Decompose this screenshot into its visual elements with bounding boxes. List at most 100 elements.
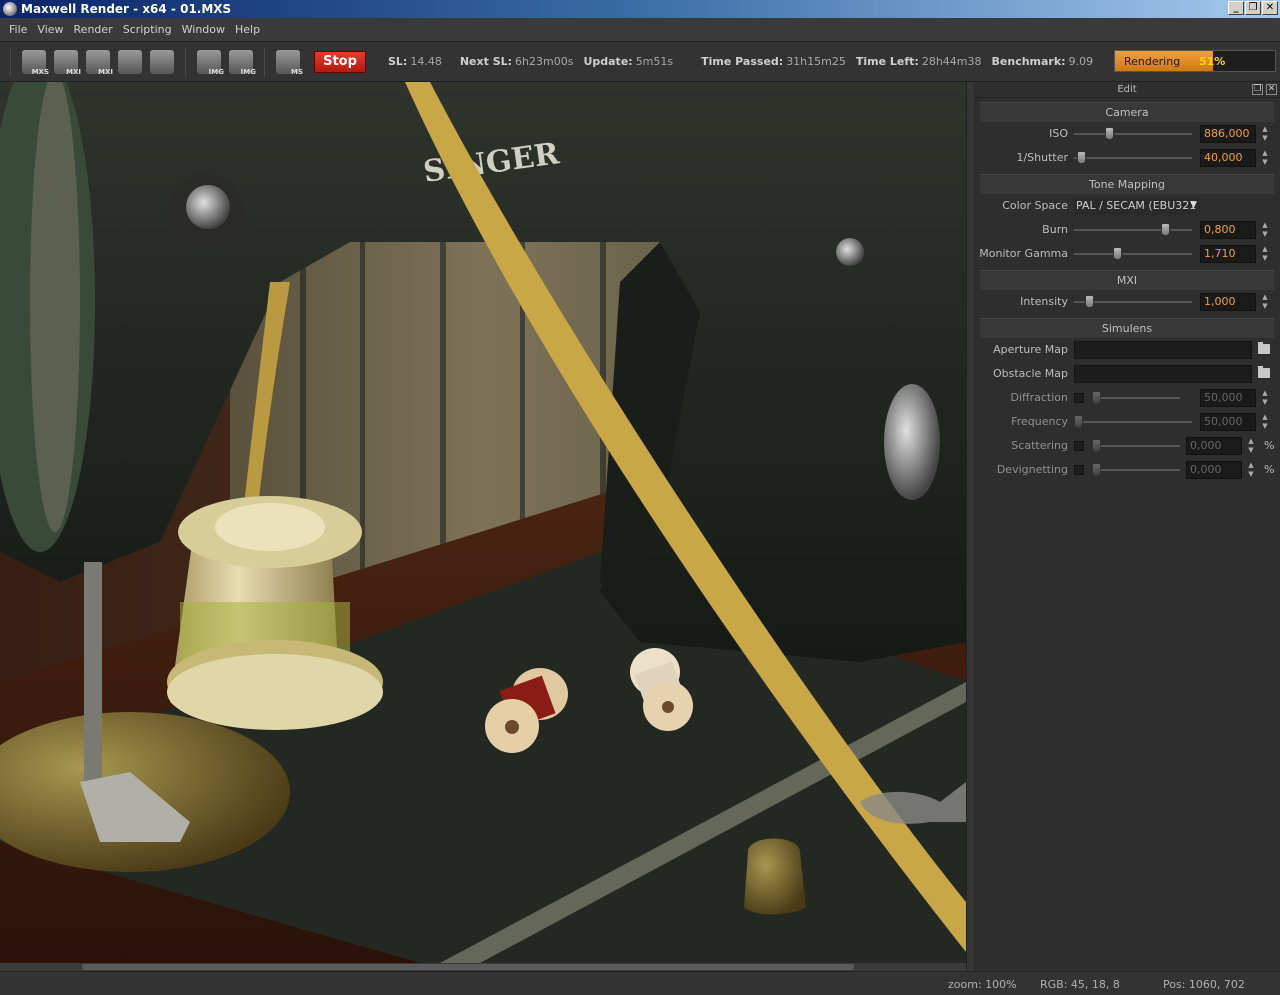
status-zoom: zoom: 100% bbox=[948, 978, 1017, 991]
scattering-slider[interactable] bbox=[1092, 439, 1180, 452]
burn-slider[interactable] bbox=[1074, 223, 1192, 236]
folder-icon[interactable] bbox=[1258, 342, 1270, 354]
icon-tag: IMG bbox=[208, 67, 224, 76]
monitor-gamma-label: Monitor Gamma bbox=[979, 247, 1068, 260]
monitor-gamma-input[interactable]: 1,710 bbox=[1200, 245, 1256, 263]
open-ms-icon[interactable]: MS bbox=[276, 49, 303, 76]
scattering-checkbox[interactable] bbox=[1074, 441, 1084, 451]
stat-benchmark: Benchmark: 9.09 bbox=[992, 55, 1094, 68]
section-camera[interactable]: Camera bbox=[980, 102, 1274, 122]
minimize-button[interactable]: _ bbox=[1228, 1, 1244, 15]
open-mxi-icon[interactable]: MXI bbox=[54, 49, 81, 76]
color-space-select[interactable]: PAL / SECAM (EBU321 ▼ bbox=[1074, 197, 1200, 215]
devignetting-row: Devignetting 0,000 ▲ ▼ % bbox=[974, 458, 1280, 482]
burn-spinner-icon[interactable]: ▲ ▼ bbox=[1260, 221, 1270, 239]
render-progress-bar: Rendering 51% bbox=[1114, 50, 1276, 72]
stat-time-passed: Time Passed: 31h15m25 bbox=[701, 55, 846, 68]
toolbar-separator bbox=[264, 47, 265, 76]
diffraction-slider[interactable] bbox=[1092, 391, 1180, 404]
scattering-label: Scattering bbox=[1011, 439, 1068, 452]
slider-knob[interactable] bbox=[1092, 463, 1101, 476]
section-mxi[interactable]: MXI bbox=[980, 270, 1274, 290]
intensity-slider[interactable] bbox=[1074, 295, 1192, 308]
icon-tag: MXS bbox=[31, 67, 49, 76]
iso-slider[interactable] bbox=[1074, 127, 1192, 140]
devignetting-spinner-icon[interactable]: ▲ ▼ bbox=[1246, 461, 1256, 479]
stat-next-sl: Next SL: 6h23m00s bbox=[460, 55, 574, 68]
open-mxs-icon[interactable]: MXS bbox=[22, 49, 49, 76]
panel-float-icon[interactable]: ❐ bbox=[1252, 84, 1263, 95]
menu-render[interactable]: Render bbox=[69, 23, 118, 36]
open-img-icon[interactable]: IMG bbox=[197, 49, 224, 76]
edit-panel-header: Edit ❐ ✕ bbox=[974, 82, 1280, 98]
stat-label: Update: bbox=[583, 55, 633, 68]
diffraction-input[interactable]: 50,000 bbox=[1200, 389, 1256, 407]
menu-view[interactable]: View bbox=[32, 23, 68, 36]
save-mxi-icon[interactable]: MXI bbox=[86, 49, 113, 76]
viewport-horizontal-scrollbar[interactable] bbox=[0, 963, 966, 971]
devignetting-slider[interactable] bbox=[1092, 463, 1180, 476]
scattering-spinner-icon[interactable]: ▲ ▼ bbox=[1246, 437, 1256, 455]
film-icon[interactable] bbox=[118, 49, 142, 74]
iso-input[interactable]: 886,000 bbox=[1200, 125, 1256, 143]
scrollbar-thumb[interactable] bbox=[82, 964, 854, 970]
devignetting-checkbox[interactable] bbox=[1074, 465, 1084, 475]
undo-icon[interactable] bbox=[150, 49, 174, 74]
toolbar: MXS MXI MXI IMG IMG MS Stop SL: 14.48 Nex… bbox=[0, 42, 1280, 82]
panel-close-icon[interactable]: ✕ bbox=[1266, 84, 1277, 95]
burn-input[interactable]: 0,800 bbox=[1200, 221, 1256, 239]
frequency-spinner-icon[interactable]: ▲ ▼ bbox=[1260, 413, 1270, 431]
menu-help[interactable]: Help bbox=[230, 23, 265, 36]
slider-knob[interactable] bbox=[1092, 439, 1101, 452]
section-tone-mapping[interactable]: Tone Mapping bbox=[980, 174, 1274, 194]
slider-knob[interactable] bbox=[1074, 415, 1083, 428]
slider-knob[interactable] bbox=[1092, 391, 1101, 404]
stat-value: 9.09 bbox=[1068, 55, 1094, 68]
folder-icon[interactable] bbox=[1258, 366, 1270, 378]
devignetting-input[interactable]: 0,000 bbox=[1186, 461, 1242, 479]
status-rgb: RGB: 45, 18, 8 bbox=[1040, 978, 1120, 991]
iso-spinner-icon[interactable]: ▲ ▼ bbox=[1260, 125, 1270, 143]
frequency-input[interactable]: 50,000 bbox=[1200, 413, 1256, 431]
save-img-icon[interactable]: IMG bbox=[229, 49, 256, 76]
menu-scripting[interactable]: Scripting bbox=[118, 23, 177, 36]
iso-label: ISO bbox=[1049, 127, 1068, 140]
slider-knob[interactable] bbox=[1113, 247, 1122, 260]
slider-knob[interactable] bbox=[1105, 127, 1114, 140]
scattering-row: Scattering 0,000 ▲ ▼ % bbox=[974, 434, 1280, 458]
panel-splitter[interactable] bbox=[966, 82, 974, 971]
menu-file[interactable]: File bbox=[4, 23, 32, 36]
render-viewport[interactable]: SINGER bbox=[0, 82, 966, 963]
shutter-input[interactable]: 40,000 bbox=[1200, 149, 1256, 167]
monitor-gamma-spinner-icon[interactable]: ▲ ▼ bbox=[1260, 245, 1270, 263]
scattering-input[interactable]: 0,000 bbox=[1186, 437, 1242, 455]
slider-knob[interactable] bbox=[1085, 295, 1094, 308]
close-button[interactable]: ✕ bbox=[1262, 1, 1278, 15]
shutter-slider[interactable] bbox=[1074, 151, 1192, 164]
progress-label: Rendering bbox=[1124, 55, 1181, 68]
section-simulens[interactable]: Simulens bbox=[980, 318, 1274, 338]
intensity-label: Intensity bbox=[1020, 295, 1068, 308]
diffraction-spinner-icon[interactable]: ▲ ▼ bbox=[1260, 389, 1270, 407]
color-space-row: Color Space PAL / SECAM (EBU321 ▼ bbox=[974, 194, 1280, 218]
stat-sl: SL: 14.48 bbox=[388, 55, 442, 68]
diffraction-checkbox[interactable] bbox=[1074, 393, 1084, 403]
slider-knob[interactable] bbox=[1077, 151, 1086, 164]
status-bar: zoom: 100% RGB: 45, 18, 8 Pos: 1060, 702 bbox=[0, 971, 1280, 995]
aperture-map-label: Aperture Map bbox=[993, 343, 1068, 356]
shutter-spinner-icon[interactable]: ▲ ▼ bbox=[1260, 149, 1270, 167]
color-space-label: Color Space bbox=[1002, 199, 1068, 212]
shutter-label: 1/Shutter bbox=[1016, 151, 1068, 164]
aperture-map-field[interactable] bbox=[1074, 341, 1252, 359]
stat-value: 28h44m38 bbox=[921, 55, 982, 68]
stat-value: 6h23m00s bbox=[515, 55, 574, 68]
stop-button[interactable]: Stop bbox=[314, 50, 366, 73]
frequency-slider[interactable] bbox=[1074, 415, 1192, 428]
intensity-spinner-icon[interactable]: ▲ ▼ bbox=[1260, 293, 1270, 311]
monitor-gamma-slider[interactable] bbox=[1074, 247, 1192, 260]
menu-window[interactable]: Window bbox=[177, 23, 230, 36]
slider-knob[interactable] bbox=[1161, 223, 1170, 236]
restore-button[interactable]: ❐ bbox=[1245, 1, 1261, 15]
obstacle-map-field[interactable] bbox=[1074, 365, 1252, 383]
intensity-input[interactable]: 1,000 bbox=[1200, 293, 1256, 311]
